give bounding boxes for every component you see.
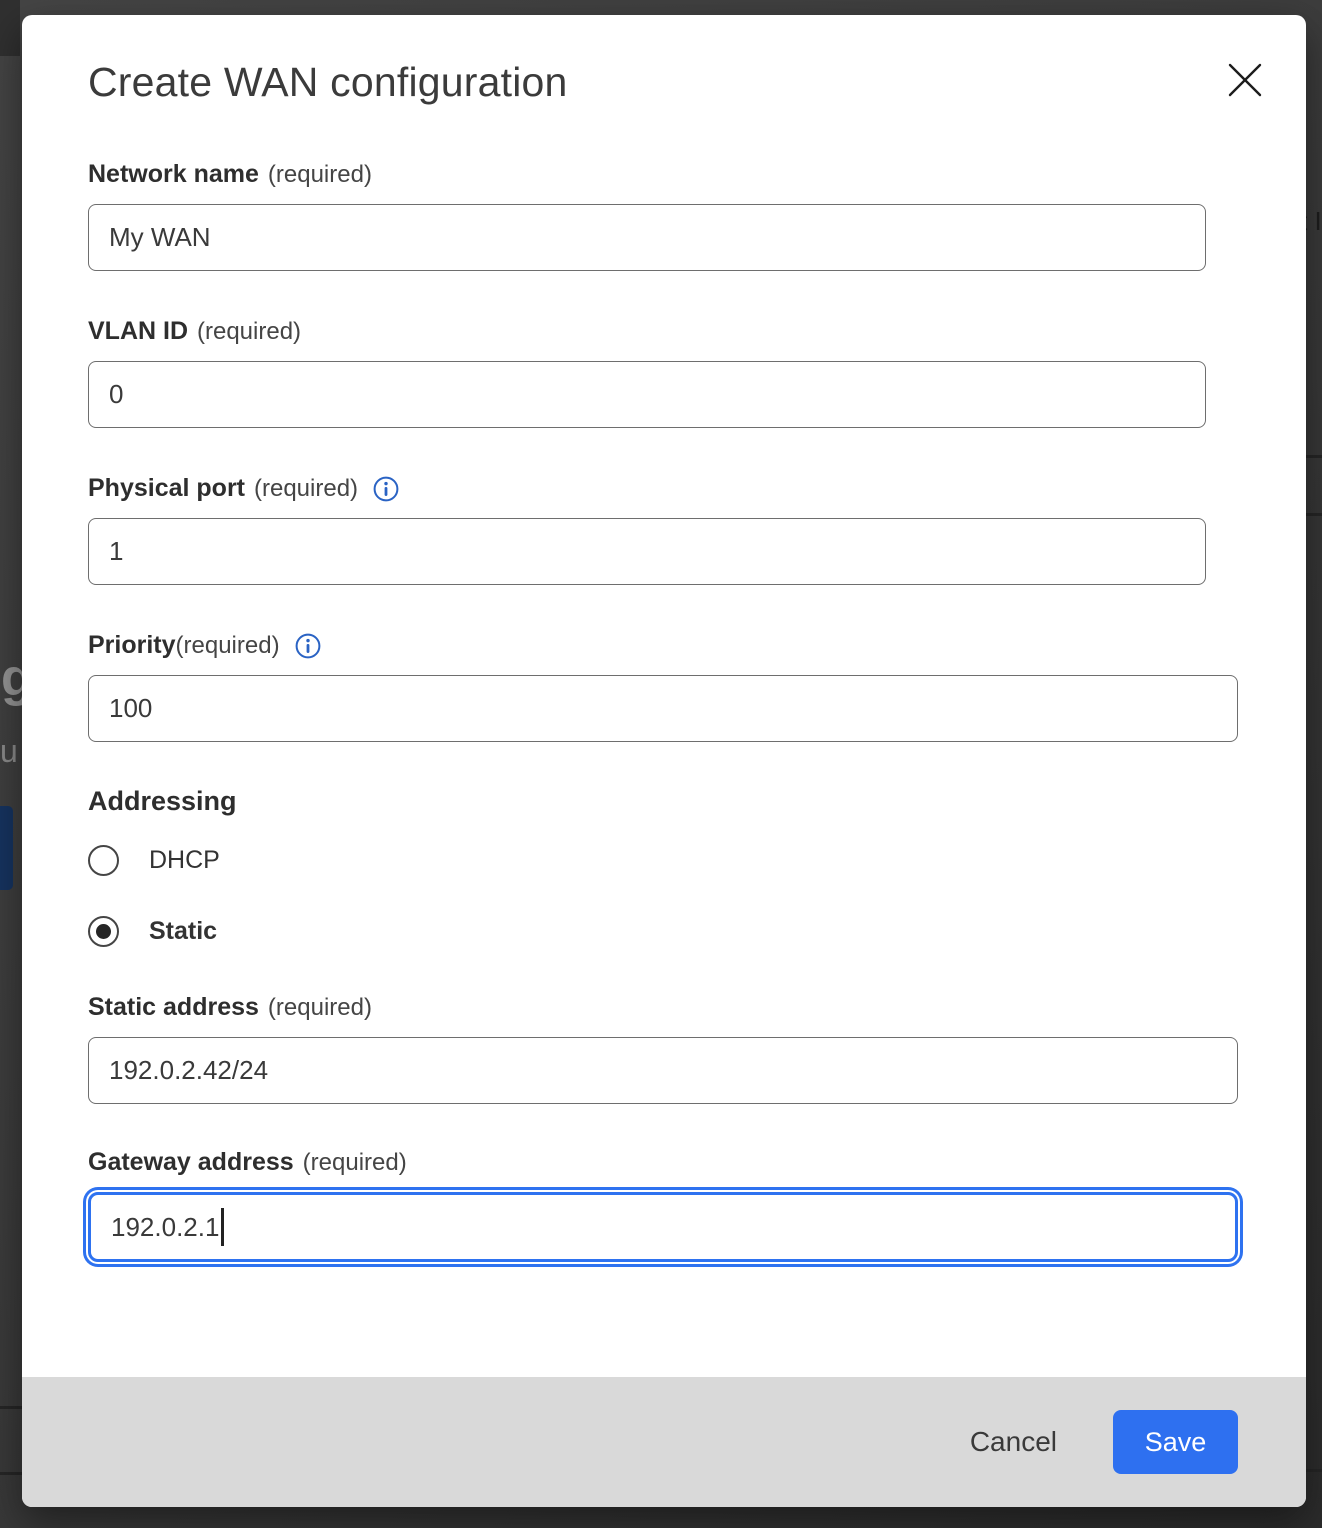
addressing-option-static[interactable]: Static (88, 916, 1260, 947)
vlan-id-label: VLAN ID (required) (88, 317, 1260, 346)
required-hint: (required) (268, 161, 372, 189)
background-text-fragment: u (0, 733, 18, 770)
required-hint: (required) (303, 1149, 407, 1177)
create-wan-configuration-dialog: Create WAN configuration Network name (r… (22, 15, 1306, 1507)
page-title: Create WAN configuration (88, 59, 1260, 106)
required-hint: (required) (197, 318, 301, 346)
background-row-divider (1304, 513, 1322, 516)
static-address-label: Static address (required) (88, 993, 1260, 1022)
priority-field-group: Priority (required) (88, 631, 1260, 742)
background-corner-patch (0, 0, 20, 56)
info-icon[interactable] (295, 633, 321, 659)
physical-port-label: Physical port (required) (88, 474, 1260, 503)
background-row-divider (1306, 1469, 1322, 1472)
vlan-id-input[interactable] (88, 361, 1206, 428)
save-button[interactable]: Save (1113, 1410, 1238, 1474)
required-hint: (required) (176, 632, 280, 660)
required-hint: (required) (254, 475, 358, 503)
background-button-fragment (0, 806, 13, 890)
addressing-option-dhcp[interactable]: DHCP (88, 845, 1260, 876)
radio-label: DHCP (149, 846, 220, 875)
network-name-field-group: Network name (required) (88, 160, 1260, 271)
gateway-address-label: Gateway address (required) (88, 1148, 1260, 1177)
background-row-divider (1304, 455, 1322, 458)
cancel-button[interactable]: Cancel (964, 1416, 1063, 1468)
gateway-address-input[interactable]: 192.0.2.1 (88, 1192, 1238, 1262)
radio-label: Static (149, 917, 217, 946)
priority-input[interactable] (88, 675, 1238, 742)
required-hint: (required) (268, 994, 372, 1022)
radio-unselected-icon[interactable] (88, 845, 119, 876)
gateway-address-value: 192.0.2.1 (111, 1212, 219, 1243)
physical-port-input[interactable] (88, 518, 1206, 585)
radio-selected-icon[interactable] (88, 916, 119, 947)
background-row-divider (0, 1406, 22, 1409)
background-row-divider (0, 1472, 22, 1475)
priority-label: Priority (required) (88, 631, 1260, 660)
static-address-field-group: Static address (required) (88, 993, 1260, 1104)
physical-port-field-group: Physical port (required) (88, 474, 1260, 585)
text-cursor (221, 1208, 224, 1246)
static-address-input[interactable] (88, 1037, 1238, 1104)
network-name-input[interactable] (88, 204, 1206, 271)
gateway-address-field-group: Gateway address (required) 192.0.2.1 (88, 1148, 1260, 1262)
info-icon[interactable] (373, 476, 399, 502)
addressing-heading: Addressing (88, 786, 1260, 817)
dialog-body: Create WAN configuration Network name (r… (22, 15, 1306, 1377)
dialog-footer: Cancel Save (22, 1377, 1306, 1507)
vlan-id-field-group: VLAN ID (required) (88, 317, 1260, 428)
network-name-label: Network name (required) (88, 160, 1260, 189)
